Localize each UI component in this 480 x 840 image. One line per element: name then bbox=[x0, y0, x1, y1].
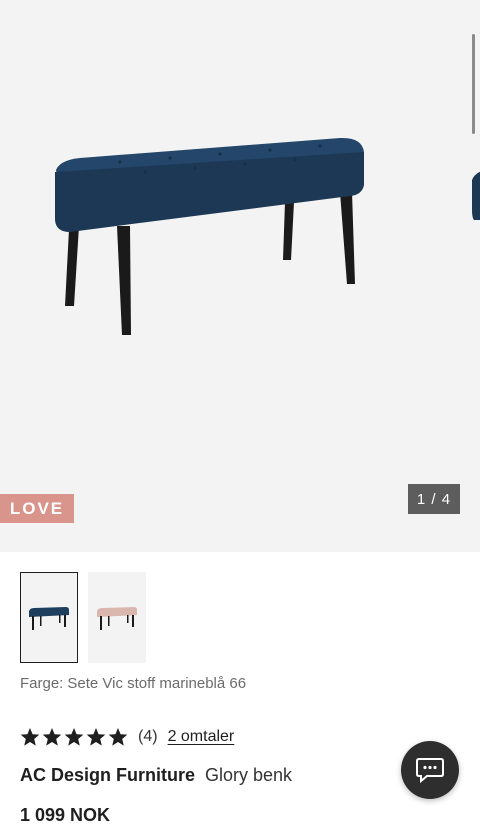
image-counter: 1 / 4 bbox=[408, 484, 460, 514]
star-icon bbox=[42, 728, 62, 746]
chat-icon bbox=[416, 758, 444, 784]
thumbnail-strip bbox=[20, 572, 146, 663]
thumbnail-navy[interactable] bbox=[20, 572, 78, 663]
product-title: AC Design Furniture Glory benk bbox=[20, 765, 292, 786]
color-value: Sete Vic stoff marineblå 66 bbox=[67, 675, 247, 692]
bench-leg-front-left bbox=[117, 226, 131, 335]
product-main-image[interactable] bbox=[0, 0, 480, 552]
star-icon bbox=[20, 728, 40, 746]
love-badge: LOVE bbox=[0, 494, 74, 523]
color-label: Farge: bbox=[20, 675, 64, 692]
reviews-link[interactable]: 2 omtaler bbox=[168, 728, 235, 746]
star-icon bbox=[108, 728, 128, 746]
next-image-peek[interactable] bbox=[470, 160, 480, 230]
brand-name[interactable]: AC Design Furniture bbox=[20, 765, 195, 786]
bench-pink-thumbnail-icon bbox=[97, 606, 137, 630]
rating-count: (4) bbox=[138, 728, 158, 745]
bench-navy-thumbnail-icon bbox=[29, 606, 69, 630]
rating-stars bbox=[20, 727, 128, 747]
product-image-gallery[interactable]: LOVE 1 / 4 bbox=[0, 0, 480, 552]
bench-leg-back-right bbox=[283, 202, 294, 260]
star-icon bbox=[86, 728, 106, 746]
product-name: Glory benk bbox=[205, 765, 293, 785]
bench-leg-front-right bbox=[340, 192, 355, 284]
chat-button[interactable] bbox=[401, 741, 459, 799]
product-price: 1 099 NOK bbox=[20, 805, 111, 825]
color-selection: Farge: Sete Vic stoff marineblå 66 bbox=[20, 675, 246, 692]
thumbnail-pink[interactable] bbox=[88, 572, 146, 663]
star-icon bbox=[64, 728, 84, 746]
gallery-scrollbar[interactable] bbox=[472, 34, 475, 134]
rating-row: (4) 2 omtaler bbox=[20, 725, 234, 749]
